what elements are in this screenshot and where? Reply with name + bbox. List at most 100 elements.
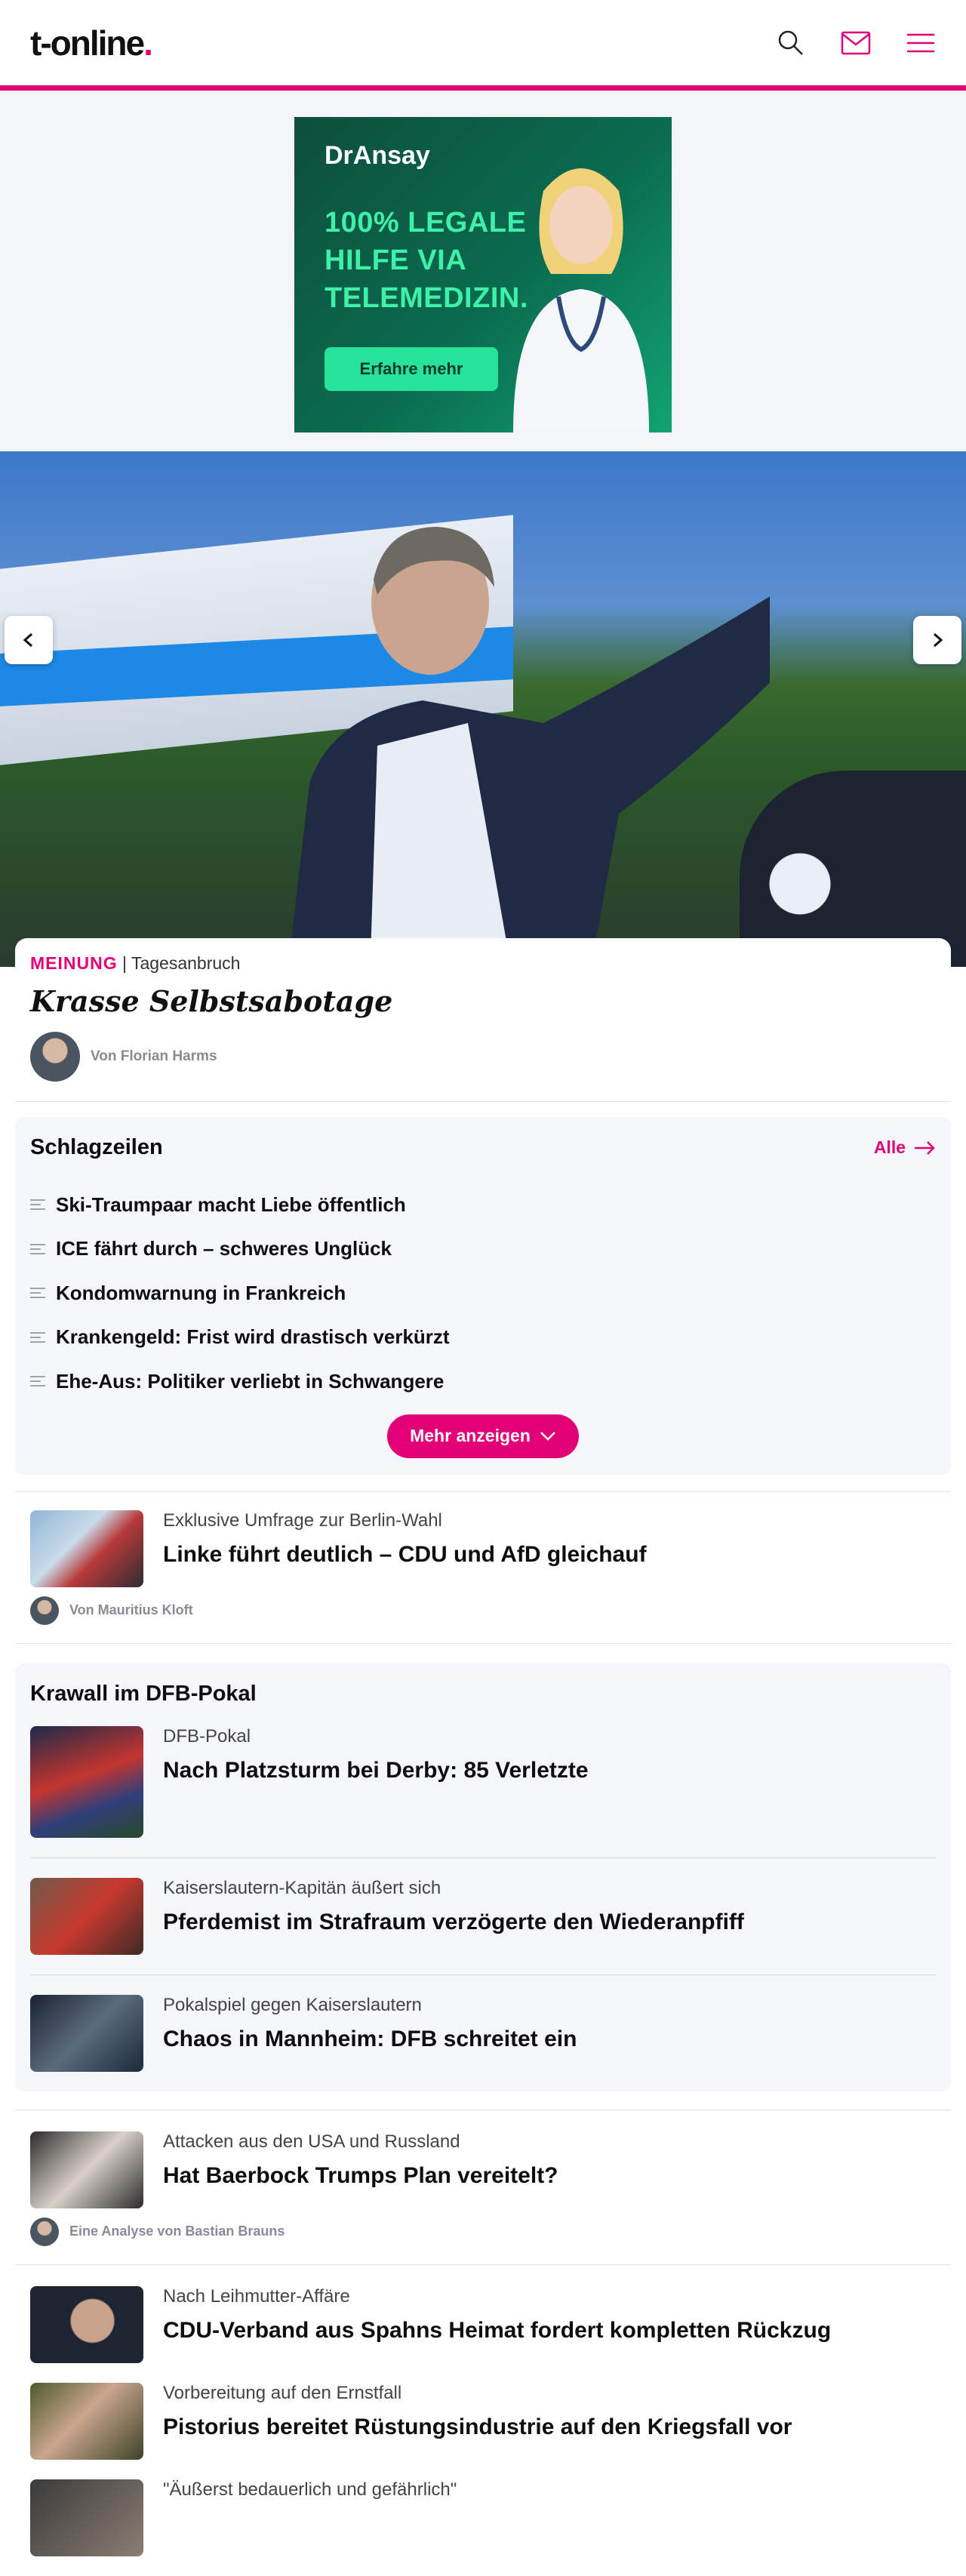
- slider-next-button[interactable]: [913, 616, 961, 664]
- teaser-title[interactable]: Linke führt deutlich – CDU und AfD gleic…: [163, 1540, 647, 1569]
- headlines-list: Ski-Traumpaar macht Liebe öffentlich ICE…: [30, 1183, 936, 1404]
- topic-title: Krawall im DFB-Pokal: [30, 1681, 257, 1706]
- topic-kicker: Pokalspiel gegen Kaiserslautern: [163, 1994, 422, 2015]
- show-more-button[interactable]: Mehr anzeigen: [387, 1414, 579, 1458]
- teaser-text: "Äußerst bedauerlich und gefährlich": [163, 2479, 457, 2556]
- teaser-text: Nach Leihmutter-Affäre CDU-Verband aus S…: [163, 2286, 831, 2363]
- article-teaser[interactable]: Vorbereitung auf den Ernstfall Pistorius…: [0, 2363, 966, 2460]
- ad-cta-button[interactable]: Erfahre mehr: [325, 347, 498, 391]
- teaser-author: Eine Analyse von Bastian Brauns: [0, 2208, 966, 2246]
- menu-icon[interactable]: [906, 28, 936, 58]
- lead-author: Von Florian Harms: [30, 1032, 936, 1082]
- author-name: Von Mauritius Kloft: [69, 1602, 193, 1617]
- article-thumbnail: [30, 2382, 143, 2460]
- headline-text: Krankengeld: Frist wird drastisch verkür…: [56, 1325, 450, 1349]
- topic-article-title[interactable]: Chaos in Mannheim: DFB schreitet ein: [163, 2025, 577, 2054]
- site-header: t-online.: [0, 0, 966, 91]
- topic-article[interactable]: Pokalspiel gegen Kaiserslautern Chaos in…: [30, 1975, 936, 2072]
- chevron-left-icon: [23, 632, 32, 648]
- show-more-label: Mehr anzeigen: [410, 1426, 531, 1445]
- logo-text: t-online: [30, 23, 145, 63]
- topic-kicker: DFB-Pokal: [163, 1725, 251, 1747]
- headlines-all-link[interactable]: Alle: [874, 1137, 936, 1158]
- headline-item[interactable]: Ski-Traumpaar macht Liebe öffentlich: [30, 1183, 936, 1227]
- teaser-text: Exklusive Umfrage zur Berlin-Wahl Linke …: [163, 1510, 647, 1587]
- article-thumbnail: [30, 1877, 143, 1955]
- article-thumbnail: [30, 1510, 143, 1587]
- topic-article-text: Kaiserslautern-Kapitän äußert sich Pferd…: [163, 1878, 744, 1955]
- topic-article-title[interactable]: Nach Platzsturm bei Derby: 85 Verletzte: [163, 1756, 589, 1785]
- ad-area: DrAnsay 100% LEGALE HILFE VIA TELEMEDIZI…: [0, 91, 966, 451]
- slider-prev-button[interactable]: [5, 616, 53, 664]
- teaser-author: Von Mauritius Kloft: [0, 1587, 966, 1625]
- headline-item[interactable]: Kondomwarnung in Frankreich: [30, 1271, 936, 1316]
- mail-icon[interactable]: [841, 28, 871, 58]
- headline-text: ICE fährt durch – schweres Unglück: [56, 1237, 392, 1260]
- hero-person-image: [288, 527, 770, 967]
- author-name: Von Florian Harms: [91, 1048, 217, 1064]
- text-lines-icon: [30, 1376, 45, 1386]
- avatar: [30, 1032, 80, 1082]
- teaser-kicker: Nach Leihmutter-Affäre: [163, 2285, 350, 2307]
- teaser-kicker: Vorbereitung auf den Ernstfall: [163, 2382, 402, 2403]
- topic-box: Krawall im DFB-Pokal DFB-Pokal Nach Plat…: [15, 1663, 951, 2091]
- topic-article-text: DFB-Pokal Nach Platzsturm bei Derby: 85 …: [163, 1726, 589, 1838]
- headline-item[interactable]: ICE fährt durch – schweres Unglück: [30, 1227, 936, 1272]
- lead-section: | Tagesanbruch: [122, 953, 241, 973]
- opinion-label: MEINUNG: [30, 953, 118, 973]
- header-actions: [776, 28, 936, 58]
- avatar: [30, 2217, 59, 2246]
- headlines-box: Schlagzeilen Alle Ski-Traumpaar macht Li…: [15, 1117, 951, 1475]
- chevron-down-icon: [540, 1431, 555, 1441]
- article-thumbnail: [30, 2285, 143, 2363]
- article-teaser[interactable]: Attacken aus den USA und Russland Hat Ba…: [0, 2110, 966, 2208]
- topic-article-title[interactable]: Pferdemist im Strafraum verzögerte den W…: [163, 1908, 744, 1937]
- article-teaser[interactable]: Exklusive Umfrage zur Berlin-Wahl Linke …: [0, 1492, 966, 1587]
- headline-item[interactable]: Ehe-Aus: Politiker verliebt in Schwanger…: [30, 1359, 936, 1404]
- headline-text: Ski-Traumpaar macht Liebe öffentlich: [56, 1193, 406, 1216]
- text-lines-icon: [30, 1199, 45, 1210]
- text-lines-icon: [30, 1332, 45, 1343]
- search-icon[interactable]: [776, 28, 806, 58]
- article-thumbnail: [30, 2479, 143, 2556]
- lead-article[interactable]: MEINUNG | Tagesanbruch Krasse Selbstsabo…: [15, 938, 951, 1102]
- ad-brand: DrAnsay: [325, 141, 430, 170]
- teaser-title[interactable]: CDU-Verband aus Spahns Heimat fordert ko…: [163, 2316, 831, 2345]
- teaser-text: Attacken aus den USA und Russland Hat Ba…: [163, 2131, 558, 2208]
- article-teaser[interactable]: Nach Leihmutter-Affäre CDU-Verband aus S…: [0, 2265, 966, 2363]
- text-lines-icon: [30, 1244, 45, 1254]
- article-thumbnail: [30, 1725, 143, 1838]
- site-logo[interactable]: t-online.: [30, 23, 153, 63]
- more-button-wrap: Mehr anzeigen: [30, 1414, 936, 1458]
- teaser-text: Vorbereitung auf den Ernstfall Pistorius…: [163, 2383, 792, 2460]
- ad-doctor-image: [513, 168, 649, 432]
- divider: [15, 1642, 951, 1644]
- headlines-header: Schlagzeilen Alle: [30, 1135, 936, 1160]
- headline-item[interactable]: Krankengeld: Frist wird drastisch verkür…: [30, 1316, 936, 1360]
- chevron-right-icon: [934, 632, 943, 648]
- lead-title[interactable]: Krasse Selbstsabotage: [30, 984, 936, 1018]
- hero-slider[interactable]: [0, 451, 966, 967]
- lead-kicker: MEINUNG | Tagesanbruch: [30, 953, 936, 974]
- teaser-kicker: "Äußerst bedauerlich und gefährlich": [163, 2479, 457, 2500]
- article-thumbnail: [30, 2131, 143, 2208]
- teaser-title[interactable]: Pistorius bereitet Rüstungsindustrie auf…: [163, 2413, 792, 2442]
- topic-article[interactable]: Kaiserslautern-Kapitän äußert sich Pferd…: [30, 1858, 936, 1975]
- author-name: Eine Analyse von Bastian Brauns: [69, 2224, 285, 2239]
- article-thumbnail: [30, 1994, 143, 2072]
- topic-article-text: Pokalspiel gegen Kaiserslautern Chaos in…: [163, 1995, 577, 2072]
- topic-article[interactable]: DFB-Pokal Nach Platzsturm bei Derby: 85 …: [30, 1707, 936, 1858]
- logo-dot: .: [143, 23, 153, 63]
- ad-banner[interactable]: DrAnsay 100% LEGALE HILFE VIA TELEMEDIZI…: [294, 117, 672, 432]
- text-lines-icon: [30, 1288, 45, 1298]
- headline-text: Kondomwarnung in Frankreich: [56, 1281, 346, 1304]
- hero-police-cap: [740, 771, 966, 967]
- all-label: Alle: [873, 1137, 906, 1157]
- teaser-kicker: Exklusive Umfrage zur Berlin-Wahl: [163, 1510, 442, 1531]
- teaser-title[interactable]: Hat Baerbock Trumps Plan vereitelt?: [163, 2162, 558, 2190]
- headlines-title: Schlagzeilen: [30, 1135, 163, 1159]
- teaser-kicker: Attacken aus den USA und Russland: [163, 2131, 460, 2152]
- arrow-right-icon: [915, 1140, 935, 1155]
- topic-kicker: Kaiserslautern-Kapitän äußert sich: [163, 1877, 441, 1898]
- article-teaser[interactable]: "Äußerst bedauerlich und gefährlich": [0, 2460, 966, 2556]
